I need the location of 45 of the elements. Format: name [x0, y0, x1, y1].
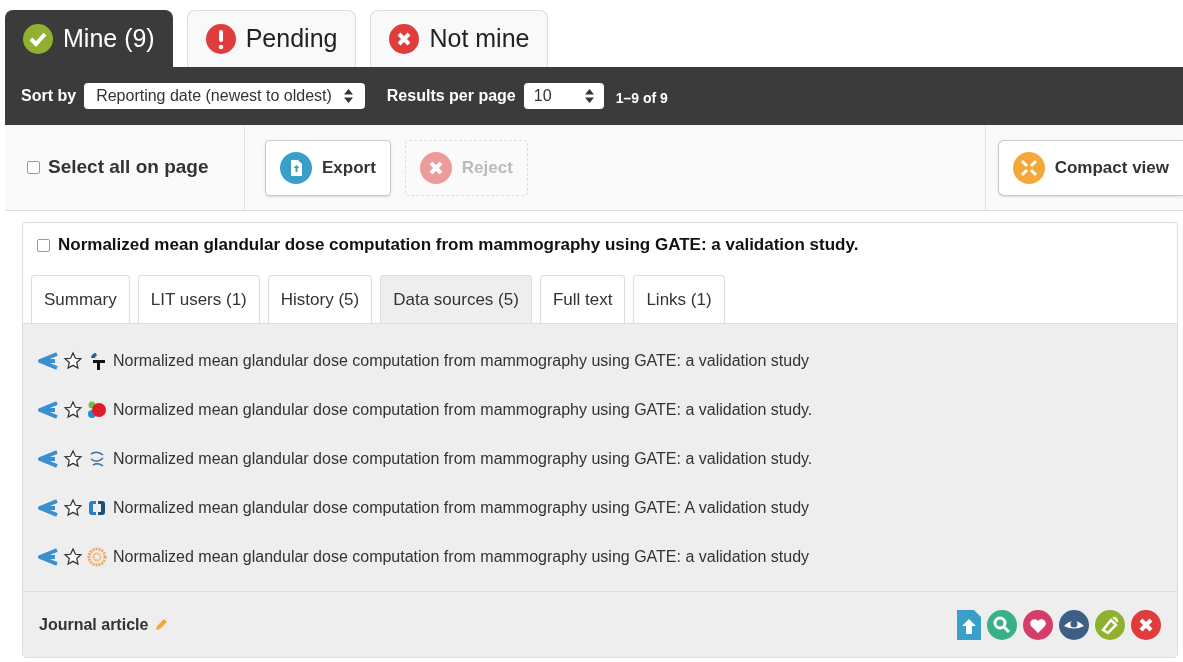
compress-icon [1012, 151, 1045, 184]
status-tab[interactable]: Pending [186, 10, 357, 67]
star-icon[interactable] [63, 448, 83, 469]
record-checkbox[interactable] [37, 238, 50, 252]
search-icon[interactable] [987, 609, 1017, 640]
record-tab[interactable]: Summary [31, 275, 130, 323]
upload-file-icon[interactable] [957, 609, 981, 640]
source-title[interactable]: Normalized mean glandular dose computation from mammography using GATE: a validation study [113, 348, 810, 373]
source-title[interactable]: Normalized mean glandular dose computation from mammography using GATE: a validation study. [113, 446, 813, 471]
sort-select[interactable]: Reporting date (newest to oldest) [84, 83, 365, 109]
updown-caret-icon [343, 89, 353, 103]
star-icon[interactable] [63, 546, 83, 567]
sun-logo-icon [87, 546, 107, 567]
status-tab[interactable]: Not mine [370, 10, 549, 67]
eye-icon[interactable] [1059, 609, 1089, 640]
sort-label: Sort by [21, 86, 77, 106]
check-icon [23, 23, 53, 54]
star-icon[interactable] [63, 497, 83, 518]
record-title: Normalized mean glandular dose computation from mammography using GATE: a validation study. [58, 234, 859, 257]
result-range: 1–9 of 9 [615, 88, 668, 108]
exclamation-icon [205, 24, 236, 54]
star-icon[interactable] [63, 399, 83, 420]
blobs-logo-icon [87, 399, 107, 420]
close-icon[interactable] [1131, 609, 1161, 640]
status-tab[interactable]: Mine (9) [5, 10, 173, 67]
select-all-checkbox[interactable]: Select all on page [5, 125, 245, 210]
per-page-label: Results per page [386, 86, 516, 106]
source-title[interactable]: Normalized mean glandular dose computation from mammography using GATE: a validation study [113, 544, 810, 569]
source-title[interactable]: Normalized mean glandular dose computation from mammography using GATE: a validation study. [113, 397, 813, 422]
record-type: Journal article [39, 614, 149, 635]
updown-caret-icon [584, 89, 594, 103]
close-icon [389, 24, 420, 54]
export-icon [280, 151, 312, 184]
record-tab[interactable]: Full text [539, 275, 626, 323]
per-page-select[interactable]: 10 [523, 83, 604, 109]
star-icon[interactable] [63, 350, 83, 371]
compact-view-button[interactable]: Compact view [997, 139, 1183, 196]
record-tab[interactable]: History (5) [267, 275, 373, 323]
record-tab[interactable]: LIT users (1) [137, 275, 260, 323]
close-icon [419, 151, 452, 184]
record-tab[interactable]: Links (1) [633, 275, 725, 323]
pencil-icon[interactable] [154, 617, 169, 632]
export-button[interactable]: Export [265, 139, 391, 196]
source-title[interactable]: Normalized mean glandular dose computation from mammography using GATE: A validation study [113, 495, 810, 520]
record-tab[interactable]: Data sources (5) [380, 275, 532, 323]
